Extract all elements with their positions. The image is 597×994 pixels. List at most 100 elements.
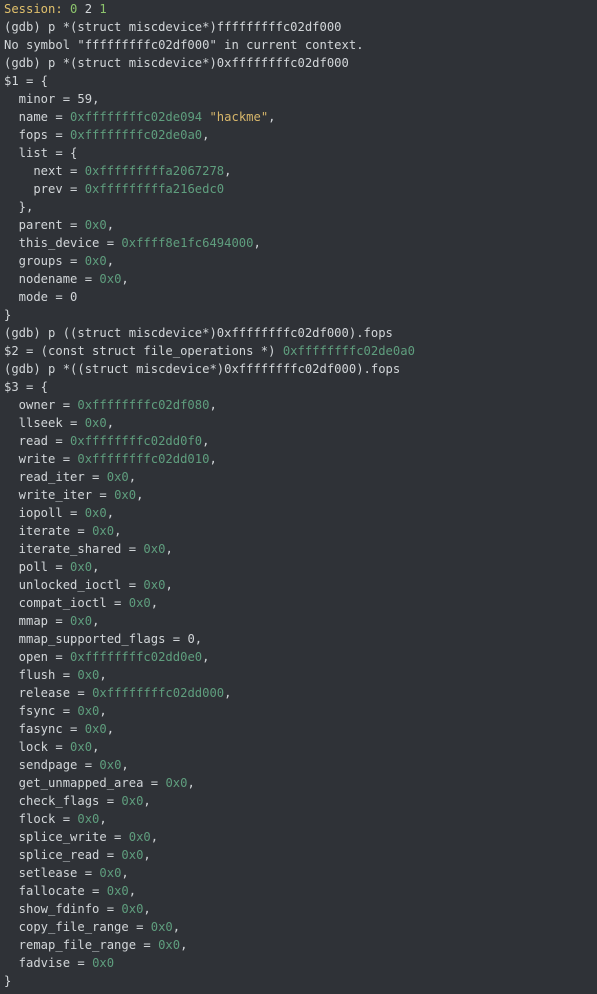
output-tail: , — [121, 758, 128, 772]
output-value: 0x0 — [85, 416, 107, 430]
output-value: 0x0 — [70, 560, 92, 574]
output-text: No symbol "fffffffffc02df000" in current… — [4, 38, 364, 52]
output-line: }, — [4, 198, 593, 216]
output-key: flock = — [4, 812, 77, 826]
output-line: $2 = (const struct file_operations *) 0x… — [4, 342, 593, 360]
output-tail: , — [121, 866, 128, 880]
output-tail: , — [195, 632, 202, 646]
output-line: } — [4, 306, 593, 324]
output-tail: , — [224, 686, 231, 700]
output-line: prev = 0xfffffffffa216edc0 — [4, 180, 593, 198]
output-line: iterate_shared = 0x0, — [4, 540, 593, 558]
output-key: parent = — [4, 218, 85, 232]
session-line: Session: 0 2 1 — [4, 0, 593, 18]
output-key: unlocked_ioctl = — [4, 578, 143, 592]
output-line: No symbol "fffffffffc02df000" in current… — [4, 36, 593, 54]
output-line: write_iter = 0x0, — [4, 486, 593, 504]
output-key: minor = — [4, 92, 77, 106]
output-key: copy_file_range = — [4, 920, 151, 934]
output-tail: , — [165, 578, 172, 592]
output-line: splice_read = 0x0, — [4, 846, 593, 864]
terminal-output[interactable]: Session: 0 2 1 (gdb) p *(struct miscdevic… — [0, 0, 597, 994]
output-line: nodename = 0x0, — [4, 270, 593, 288]
output-line: this_device = 0xffff8e1fc6494000, — [4, 234, 593, 252]
output-value: 0x0 — [85, 254, 107, 268]
output-tail: , — [202, 650, 209, 664]
output-lines: (gdb) p *(struct miscdevice*)fffffffffc0… — [4, 18, 593, 990]
output-value: 0x0 — [92, 956, 114, 970]
output-text: (gdb) p *(struct miscdevice*)fffffffffc0… — [4, 20, 342, 34]
output-key: mmap_supported_flags = — [4, 632, 187, 646]
output-key: check_flags = — [4, 794, 121, 808]
output-line: } — [4, 972, 593, 990]
output-value: 0x0 — [158, 938, 180, 952]
output-value: 0x0 — [107, 470, 129, 484]
output-line: fasync = 0x0, — [4, 720, 593, 738]
output-key: setlease = — [4, 866, 99, 880]
output-tail: , — [99, 668, 106, 682]
output-line: flock = 0x0, — [4, 810, 593, 828]
output-value: 0xffffffffc02dd0f0 — [70, 434, 202, 448]
output-tail: , — [92, 92, 99, 106]
output-value: 0x0 — [70, 614, 92, 628]
output-tail: , — [107, 506, 114, 520]
output-value: 0x0 — [70, 740, 92, 754]
output-key: nodename = — [4, 272, 99, 286]
output-tail: , — [107, 416, 114, 430]
output-text: } — [4, 974, 11, 988]
output-value: 0x0 — [121, 794, 143, 808]
output-key: get_unmapped_area = — [4, 776, 165, 790]
output-key: write = — [4, 452, 77, 466]
output-tail: , — [107, 254, 114, 268]
output-line: next = 0xfffffffffa2067278, — [4, 162, 593, 180]
output-line: read = 0xffffffffc02dd0f0, — [4, 432, 593, 450]
output-value: 0 — [70, 290, 77, 304]
session-val-1: 2 — [85, 2, 92, 16]
output-text: $3 = { — [4, 380, 48, 394]
output-value: 0xffffffffc02dd000 — [92, 686, 224, 700]
output-text: $2 = (const struct file_operations *) — [4, 344, 283, 358]
output-value: 0xfffffffffa2067278 — [85, 164, 224, 178]
output-key: splice_write = — [4, 830, 129, 844]
output-line: fallocate = 0x0, — [4, 882, 593, 900]
output-key: remap_file_range = — [4, 938, 158, 952]
output-value: 0x0 — [77, 668, 99, 682]
output-key: lock = — [4, 740, 70, 754]
output-value: 0x0 — [99, 866, 121, 880]
output-tail: , — [121, 272, 128, 286]
output-tail: , — [143, 848, 150, 862]
output-value: 0xfffffffffa216edc0 — [85, 182, 224, 196]
output-value: 0x0 — [121, 902, 143, 916]
output-tail: , — [173, 920, 180, 934]
output-key: fops = — [4, 128, 70, 142]
output-address: 0xffffffffc02de0a0 — [283, 344, 415, 358]
output-tail: , — [92, 740, 99, 754]
output-key: iterate_shared = — [4, 542, 143, 556]
output-line: groups = 0x0, — [4, 252, 593, 270]
output-value: 0 — [187, 632, 194, 646]
output-key: mode = — [4, 290, 70, 304]
output-tail: , — [92, 560, 99, 574]
output-value: 0x0 — [129, 596, 151, 610]
output-value: 0x0 — [92, 524, 114, 538]
output-key: flush = — [4, 668, 77, 682]
output-line: (gdb) p ((struct miscdevice*)0xffffffffc… — [4, 324, 593, 342]
output-key: show_fdinfo = — [4, 902, 121, 916]
output-line: get_unmapped_area = 0x0, — [4, 774, 593, 792]
output-line: check_flags = 0x0, — [4, 792, 593, 810]
output-tail: , — [180, 938, 187, 952]
output-value: 0x0 — [85, 722, 107, 736]
output-line: sendpage = 0x0, — [4, 756, 593, 774]
output-line: owner = 0xffffffffc02df080, — [4, 396, 593, 414]
output-line: fsync = 0x0, — [4, 702, 593, 720]
output-key: next = — [4, 164, 85, 178]
output-tail: , — [99, 704, 106, 718]
output-key: owner = — [4, 398, 77, 412]
output-line: copy_file_range = 0x0, — [4, 918, 593, 936]
output-line: fadvise = 0x0 — [4, 954, 593, 972]
output-tail: , — [129, 884, 136, 898]
output-line: $3 = { — [4, 378, 593, 396]
session-val-2: 1 — [99, 2, 106, 16]
output-line: setlease = 0x0, — [4, 864, 593, 882]
output-value: 0x0 — [99, 272, 121, 286]
